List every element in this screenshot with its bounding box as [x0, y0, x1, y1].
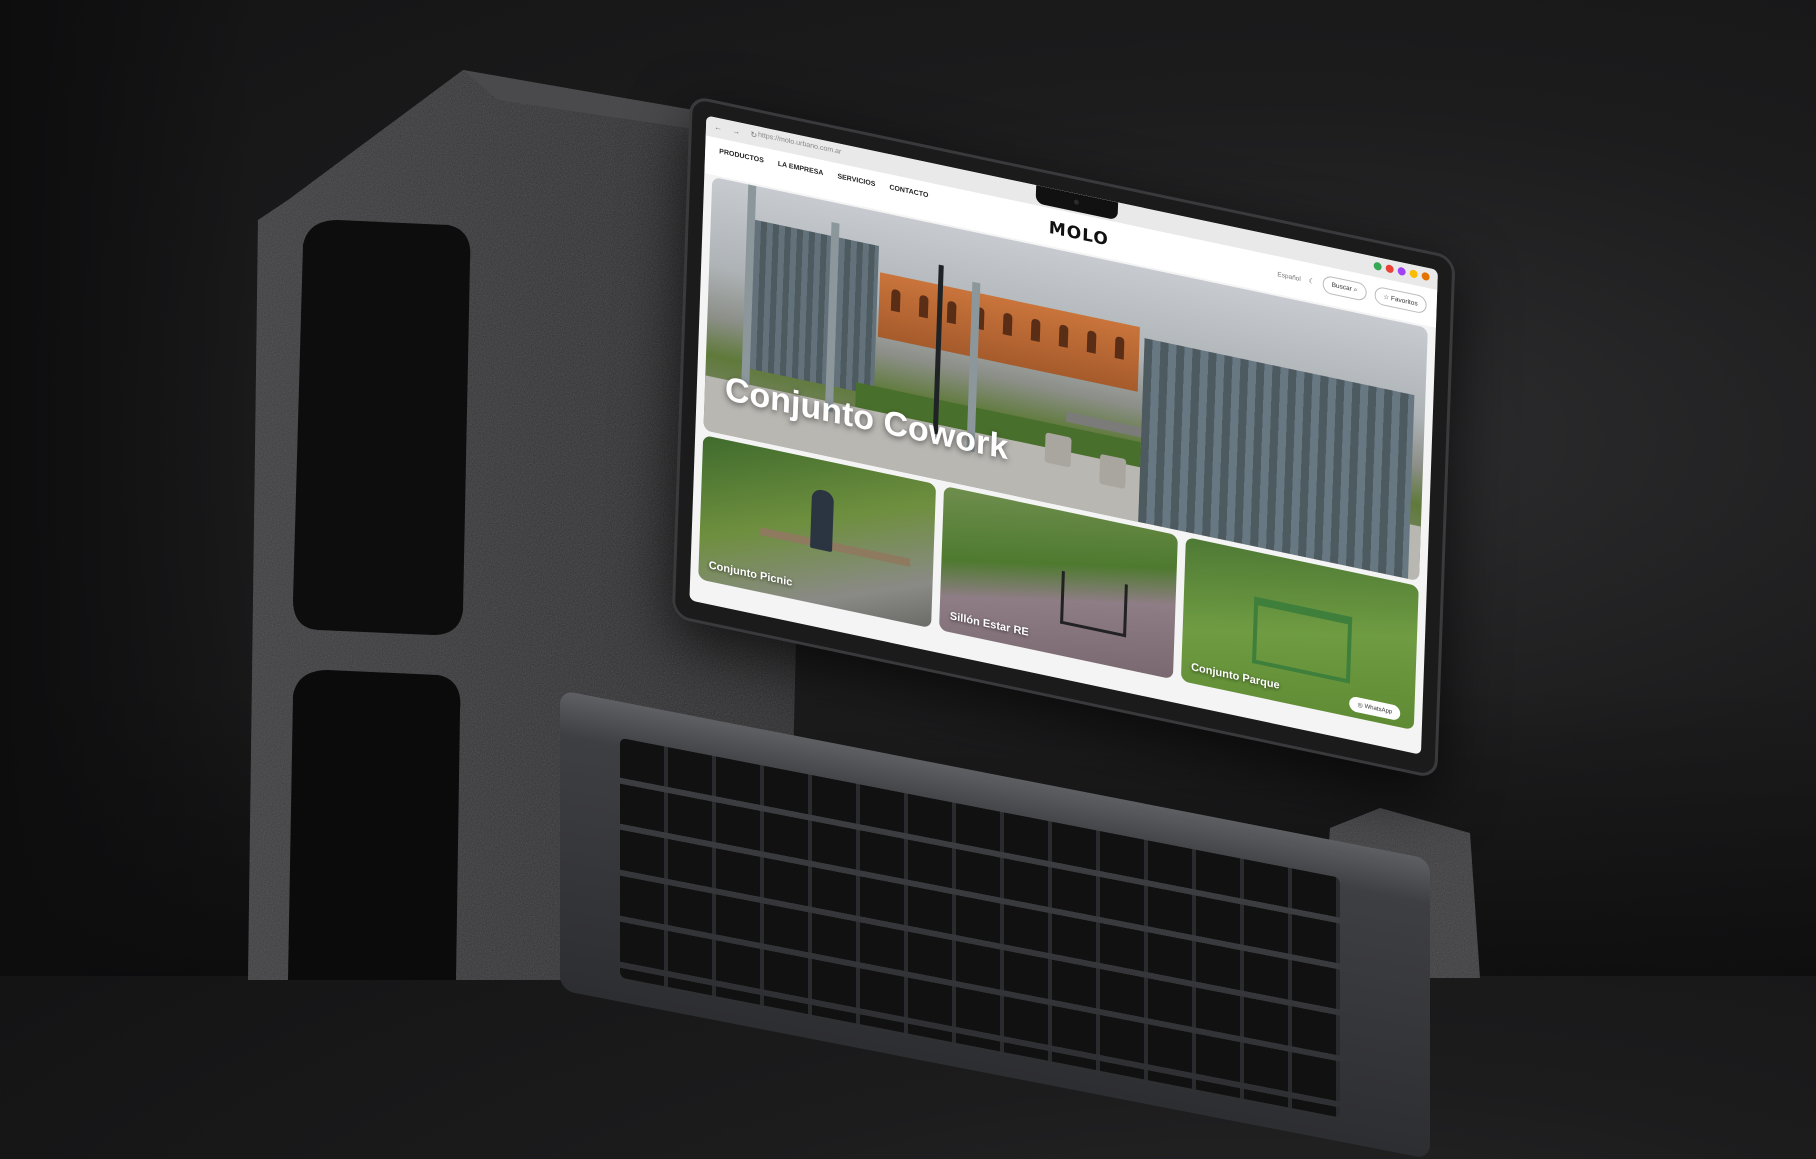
profile-avatar[interactable] — [1421, 271, 1430, 282]
product-card-label: Conjunto Picnic — [708, 559, 793, 589]
language-selector[interactable]: Español — [1277, 271, 1301, 283]
stool — [1044, 432, 1072, 468]
favorites-button[interactable]: ☆ Favoritos — [1373, 285, 1427, 315]
search-button[interactable]: Buscar ⌕ — [1322, 274, 1367, 302]
site-logo[interactable]: MOLO — [1048, 218, 1109, 251]
whatsapp-label: WhatsApp — [1364, 703, 1393, 716]
picnic-table — [760, 527, 911, 567]
whatsapp-button[interactable]: ◎ WhatsApp — [1349, 695, 1401, 722]
stool — [1099, 453, 1127, 490]
nav-item-servicios[interactable]: SERVICIOS — [837, 173, 875, 188]
extension-icon[interactable] — [1385, 264, 1394, 274]
search-label: Buscar — [1331, 281, 1352, 293]
park-table — [1251, 596, 1352, 684]
product-card-label: Sillón Estar RE — [949, 610, 1029, 639]
extension-icon[interactable] — [1409, 269, 1418, 279]
nav-item-productos[interactable]: PRODUCTOS — [719, 148, 764, 164]
nav-item-la-empresa[interactable]: LA EMPRESA — [778, 161, 824, 178]
star-icon: ☆ — [1383, 293, 1390, 302]
camera-icon — [1073, 199, 1079, 206]
extension-icon[interactable] — [1373, 261, 1382, 272]
favorites-label: Favoritos — [1390, 295, 1418, 308]
search-icon: ⌕ — [1353, 286, 1358, 294]
theme-toggle-icon[interactable]: ☾ — [1309, 277, 1315, 286]
cowork-panel-left — [743, 218, 880, 395]
extension-icon[interactable] — [1397, 266, 1406, 277]
person — [810, 488, 835, 553]
whatsapp-icon: ◎ — [1357, 702, 1363, 710]
chair — [1060, 570, 1129, 638]
brick-building — [877, 272, 1140, 392]
nav-item-contacto[interactable]: CONTACTO — [889, 184, 928, 199]
